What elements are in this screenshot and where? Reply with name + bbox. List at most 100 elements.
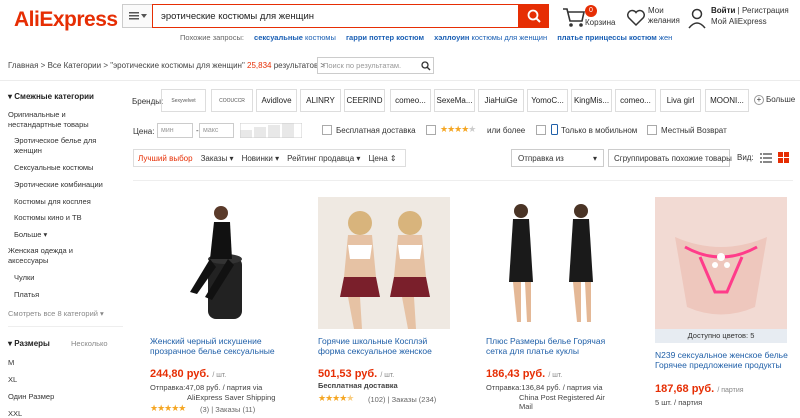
- category-item[interactable]: Женская одежда и: [8, 246, 73, 255]
- sizes-multi-select[interactable]: Несколько: [71, 339, 108, 348]
- cart-icon[interactable]: [562, 7, 586, 29]
- product-image[interactable]: [655, 197, 787, 329]
- cart-label[interactable]: Корзина: [585, 18, 615, 27]
- category-item[interactable]: Костюмы кино и ТВ: [14, 213, 82, 222]
- sort-new[interactable]: Новинки ▾: [238, 154, 284, 163]
- rating-checkbox[interactable]: [426, 125, 436, 135]
- brand-item[interactable]: CEERIND: [344, 89, 385, 112]
- brand-item[interactable]: JiaHuiGe: [478, 89, 524, 112]
- product-image[interactable]: [486, 197, 618, 329]
- product-title[interactable]: Горячие школьные Косплэй форма сексуально…: [318, 336, 458, 356]
- sort-bar: Лучший выбор Заказы ▾ Новинки ▾ Рейтинг …: [133, 149, 406, 167]
- brand-item[interactable]: KingMis...: [571, 89, 612, 112]
- free-shipping-label[interactable]: Бесплатная доставка: [336, 126, 416, 135]
- header: AliExpress эротические костюмы для женщи…: [0, 0, 800, 50]
- related-query[interactable]: платье принцессы костюм жен: [557, 33, 672, 42]
- free-shipping-badge: Бесплатная доставка: [318, 381, 398, 390]
- related-categories-title[interactable]: ▾ Смежные категории: [8, 92, 94, 101]
- crumb-query: "эротические костюмы для женщин": [110, 61, 245, 70]
- heart-icon[interactable]: [626, 8, 646, 28]
- search-button[interactable]: [519, 4, 549, 28]
- sort-seller-rating[interactable]: Рейтинг продавца ▾: [283, 154, 364, 163]
- search-input[interactable]: эротические костюмы для женщин: [152, 4, 519, 28]
- category-item[interactable]: Платья: [14, 290, 39, 299]
- my-aliexpress-link[interactable]: Мой AliExpress: [711, 16, 789, 27]
- account-area: Войти | Регистрация Мой AliExpress: [711, 6, 789, 27]
- category-item[interactable]: Чулки: [14, 273, 34, 282]
- category-item[interactable]: женщин: [14, 146, 42, 155]
- price-max-input[interactable]: макс: [199, 123, 234, 138]
- crumb-all-categories[interactable]: Все Категории: [48, 61, 102, 70]
- price-range-histogram[interactable]: [240, 123, 302, 138]
- category-item[interactable]: Эротическое белье для: [14, 136, 96, 145]
- signin-link[interactable]: Войти: [711, 6, 735, 15]
- product-rating-stars: ★★★★★: [150, 403, 186, 413]
- divider: [0, 80, 800, 81]
- size-option[interactable]: XXL: [8, 409, 22, 418]
- brand-logo-coouccr[interactable]: COOUCCR: [211, 89, 253, 112]
- related-query[interactable]: гарри поттер костюм: [346, 33, 424, 42]
- related-query[interactable]: хэллоуин костюмы для женщин: [434, 33, 547, 42]
- sizes-title[interactable]: ▾ Размеры: [8, 339, 50, 348]
- brand-item[interactable]: comeo...: [390, 89, 431, 112]
- rating-stars-filter[interactable]: ★★★★★: [440, 124, 476, 135]
- search-icon[interactable]: [421, 61, 431, 71]
- search-within-input[interactable]: Поиск по результатам.: [317, 57, 434, 74]
- list-view-icon[interactable]: [760, 152, 772, 163]
- brand-item[interactable]: SexeMa...: [434, 89, 475, 112]
- product-title[interactable]: Плюс Размеры белье Горячая сетка для плат…: [486, 336, 621, 356]
- product-reviews[interactable]: (3) | Заказы (11): [200, 405, 255, 414]
- related-query[interactable]: сексуальные костюмы: [254, 33, 336, 42]
- mobile-only-label[interactable]: Только в мобильном: [561, 126, 637, 135]
- wishlist-link[interactable]: Мои желания: [648, 6, 680, 26]
- sort-best-match[interactable]: Лучший выбор: [134, 154, 197, 163]
- menu-icon: [128, 12, 139, 20]
- user-icon[interactable]: [687, 7, 707, 29]
- sort-price[interactable]: Цена ⇕: [364, 154, 400, 163]
- product-title[interactable]: N239 сексуальное женское белье Горячее пр…: [655, 350, 795, 370]
- size-option[interactable]: Один Размер: [8, 392, 54, 401]
- brand-item[interactable]: ALINRY: [300, 89, 341, 112]
- brand-item[interactable]: Liva girl: [660, 89, 701, 112]
- category-more[interactable]: Больше ▾: [14, 230, 47, 239]
- brand-item[interactable]: comeo...: [615, 89, 656, 112]
- product-price: 501,53 руб. / шт.: [318, 368, 395, 380]
- brands-more-button[interactable]: + Больше: [754, 95, 795, 105]
- local-return-checkbox[interactable]: [647, 125, 657, 135]
- local-return-label[interactable]: Местный Возврат: [661, 126, 727, 135]
- category-item[interactable]: аксессуары: [8, 256, 48, 265]
- divider: [133, 180, 793, 181]
- brand-item[interactable]: YomoC...: [527, 89, 568, 112]
- product-image[interactable]: [318, 197, 450, 329]
- register-link[interactable]: Регистрация: [742, 6, 789, 15]
- free-shipping-checkbox[interactable]: [322, 125, 332, 135]
- price-min-input[interactable]: мин: [157, 123, 193, 138]
- brand-logo-sexyvelvet[interactable]: Sexyvelvet: [161, 89, 206, 112]
- group-similar-button[interactable]: Сгруппировать похожие товары: [608, 149, 732, 167]
- size-option[interactable]: M: [8, 358, 14, 367]
- related-label: Похожие запросы:: [180, 33, 244, 42]
- crumb-home[interactable]: Главная: [8, 61, 38, 70]
- category-item[interactable]: Сексуальные костюмы: [14, 163, 93, 172]
- brand-item[interactable]: MOONI...: [705, 89, 749, 112]
- sort-orders[interactable]: Заказы ▾: [197, 154, 238, 163]
- mobile-only-checkbox[interactable]: [536, 125, 546, 135]
- cart-count-badge: 0: [585, 5, 597, 17]
- size-option[interactable]: XL: [8, 375, 17, 384]
- product-title[interactable]: Женский черный искушение прозрачное белье…: [150, 336, 285, 356]
- rating-more-label[interactable]: или более: [487, 126, 525, 135]
- product-image[interactable]: [150, 197, 282, 329]
- aliexpress-logo[interactable]: AliExpress: [14, 8, 118, 32]
- product-photo-costume: [340, 211, 430, 329]
- see-all-categories[interactable]: Смотреть все 8 категорий ▾: [8, 309, 104, 318]
- ship-from-select[interactable]: Отправка из ▾: [511, 149, 604, 167]
- shipping-info: Отправка:136,84 руб. / партия via China P…: [486, 383, 605, 411]
- grid-view-icon[interactable]: [778, 152, 789, 163]
- category-item[interactable]: Эротические комбинации: [14, 180, 103, 189]
- product-reviews[interactable]: (102) | Заказы (234): [368, 395, 436, 404]
- category-item[interactable]: нестандартные товары: [8, 120, 89, 129]
- category-item[interactable]: Оригинальные и: [8, 110, 66, 119]
- category-menu-button[interactable]: [122, 4, 152, 28]
- category-item[interactable]: Костюмы для косплея: [14, 197, 91, 206]
- brand-item[interactable]: Avidlove: [256, 89, 297, 112]
